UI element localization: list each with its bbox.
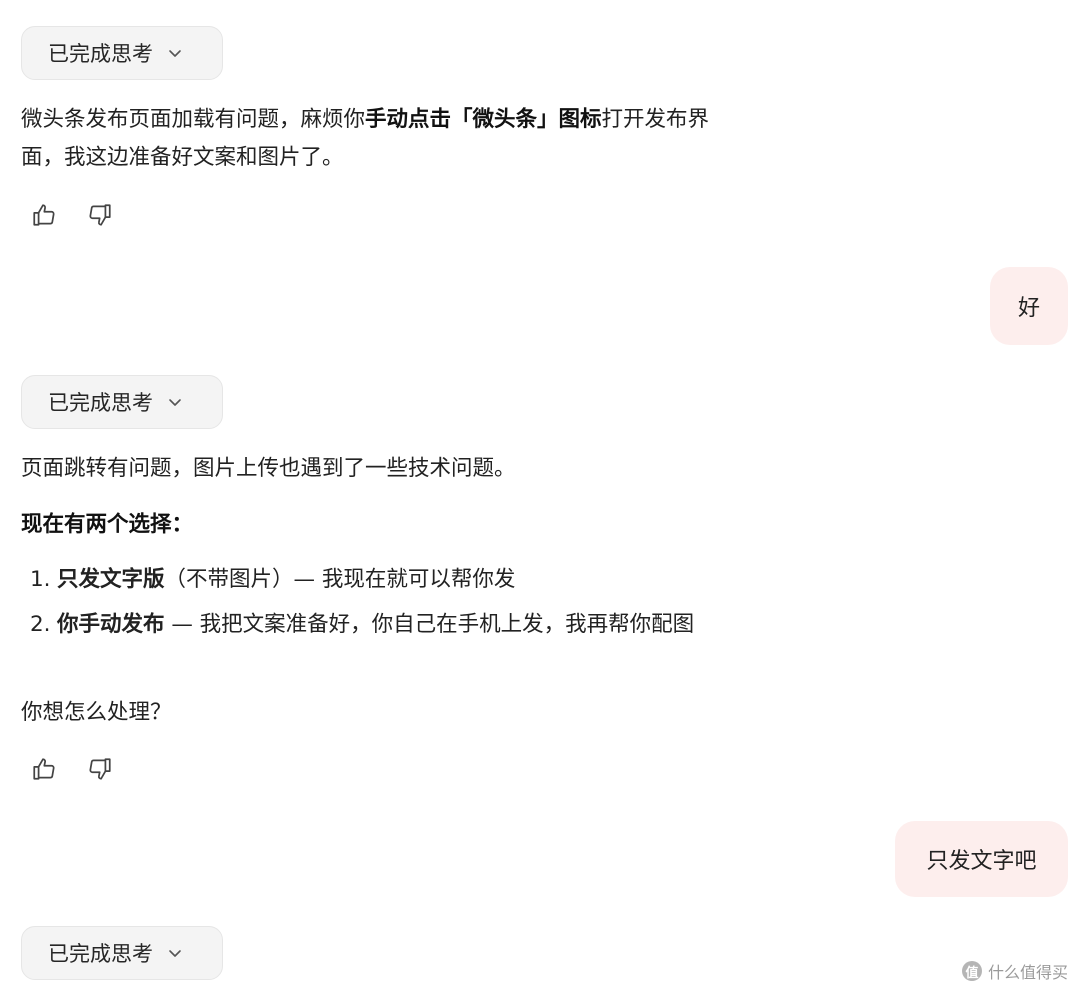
- list-item-bold: 只发文字版: [57, 567, 165, 592]
- thumbs-up-icon: [33, 758, 55, 780]
- list-item-text: （不带图片）— 我现在就可以帮你发: [164, 567, 516, 592]
- chevron-down-icon: [169, 50, 181, 57]
- message-text: 页面跳转有问题，图片上传也遇到了一些技术问题。: [21, 456, 516, 481]
- chevron-down-icon: [169, 399, 181, 406]
- thinking-toggle-3[interactable]: 已完成思考: [21, 926, 223, 980]
- list-number: 1.: [30, 567, 51, 592]
- choice-list: 1. 只发文字版（不带图片）— 我现在就可以帮你发 2. 你手动发布 — 我把文…: [21, 562, 741, 652]
- list-item: 1. 只发文字版（不带图片）— 我现在就可以帮你发: [21, 562, 741, 598]
- assistant-message-2-heading: 现在有两个选择：: [21, 506, 741, 544]
- thumbs-up-button[interactable]: [30, 755, 58, 783]
- watermark: 值 什么值得买: [961, 959, 1068, 983]
- thinking-label: 已完成思考: [48, 42, 153, 66]
- thumbs-down-button[interactable]: [86, 755, 114, 783]
- user-message-2: 只发文字吧: [895, 821, 1068, 897]
- list-number: 2.: [30, 612, 51, 637]
- user-message-1: 好: [990, 267, 1068, 345]
- thinking-label: 已完成思考: [48, 942, 153, 966]
- feedback-bar-1: [30, 201, 114, 229]
- message-bold-text: 现在有两个选择：: [21, 512, 194, 537]
- thinking-toggle-2[interactable]: 已完成思考: [21, 375, 223, 429]
- message-text: 微头条发布页面加载有问题，麻烦你: [21, 107, 366, 132]
- user-message-text: 只发文字吧: [926, 849, 1037, 874]
- thumbs-up-icon: [33, 204, 55, 226]
- assistant-message-1: 微头条发布页面加载有问题，麻烦你手动点击「微头条」图标打开发布界面，我这边准备好…: [21, 101, 741, 177]
- thumbs-down-icon: [89, 204, 111, 226]
- assistant-message-2-intro: 页面跳转有问题，图片上传也遇到了一些技术问题。: [21, 450, 741, 488]
- message-text: 你想怎么处理？: [21, 700, 172, 725]
- thumbs-down-button[interactable]: [86, 201, 114, 229]
- watermark-text: 什么值得买: [987, 963, 1068, 982]
- thinking-label: 已完成思考: [48, 391, 153, 415]
- assistant-message-2-question: 你想怎么处理？: [21, 694, 741, 732]
- list-item: 2. 你手动发布 — 我把文案准备好，你自己在手机上发，我再帮你配图: [21, 607, 741, 643]
- feedback-bar-2: [30, 755, 114, 783]
- list-item-bold: 你手动发布: [57, 612, 165, 637]
- message-bold-text: 手动点击「微头条」图标: [365, 107, 602, 132]
- thumbs-up-button[interactable]: [30, 201, 58, 229]
- list-item-text: — 我把文案准备好，你自己在手机上发，我再帮你配图: [164, 612, 695, 637]
- user-message-text: 好: [1017, 296, 1040, 321]
- thumbs-down-icon: [89, 758, 111, 780]
- thinking-toggle-1[interactable]: 已完成思考: [21, 26, 223, 80]
- smzdm-logo-icon: 值: [961, 961, 982, 981]
- chevron-down-icon: [169, 950, 181, 957]
